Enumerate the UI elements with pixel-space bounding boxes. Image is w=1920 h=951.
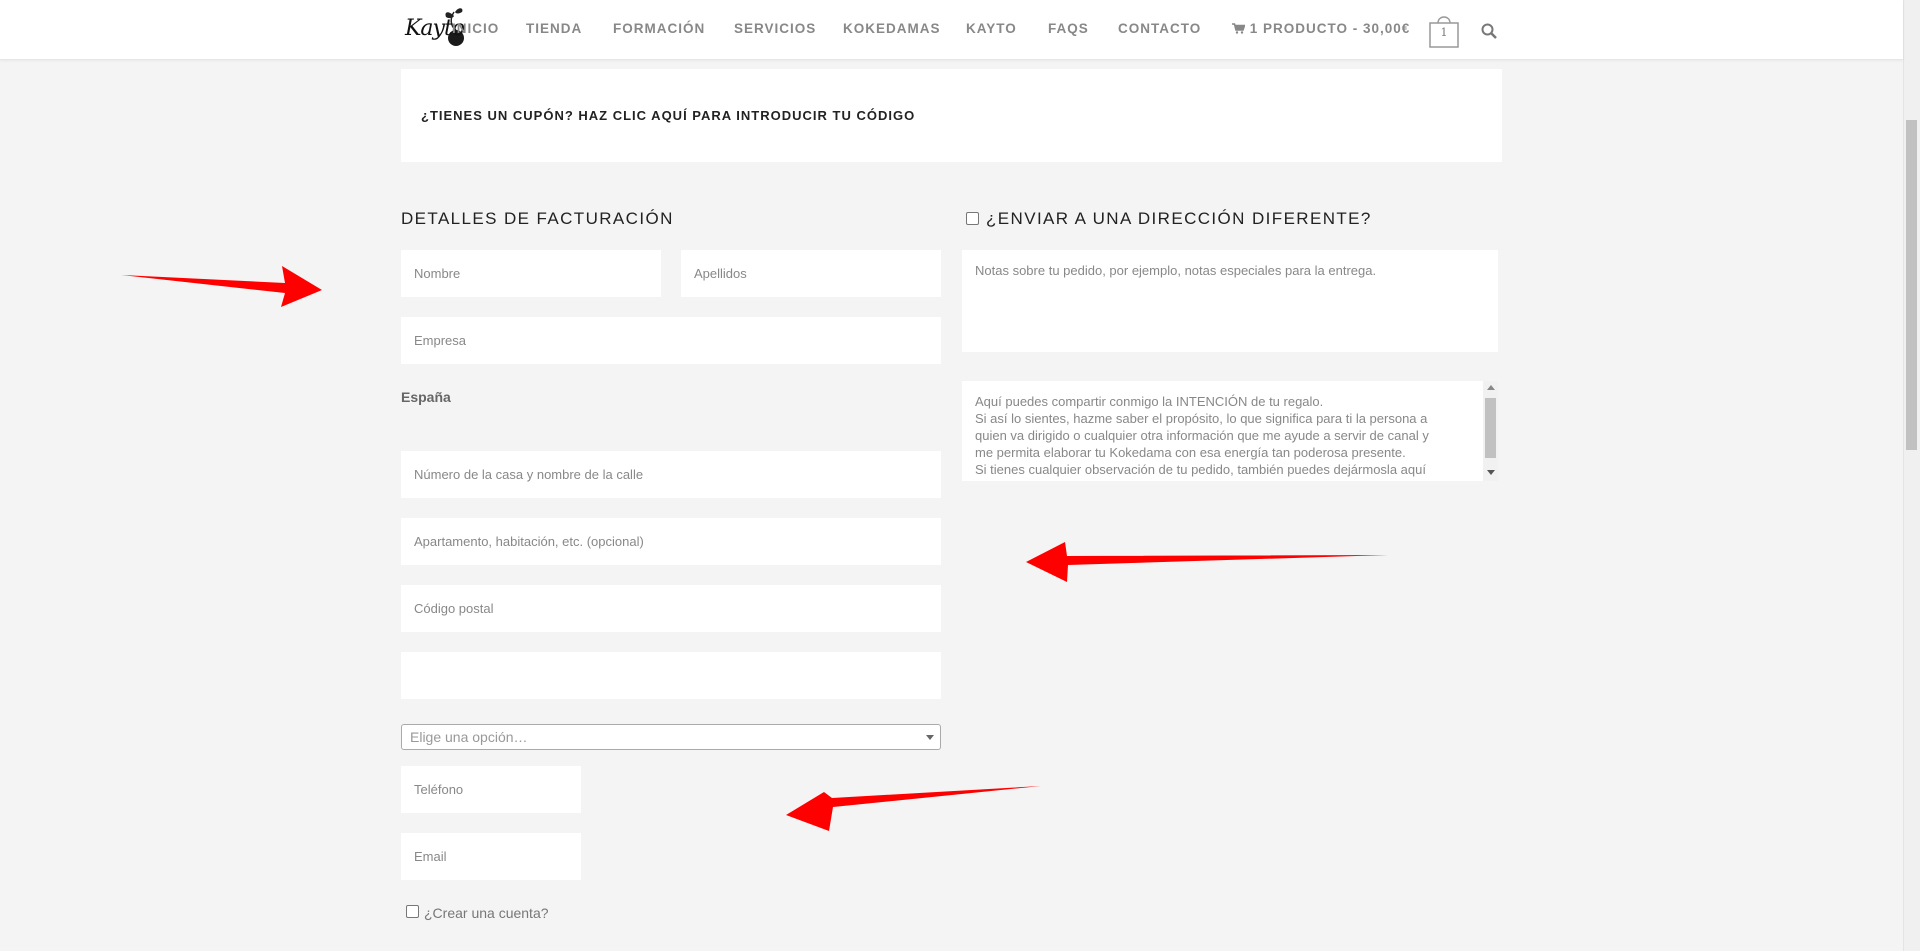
email-field[interactable]: Email (401, 833, 581, 880)
annotation-arrow-right (121, 266, 322, 307)
annotation-arrow-left-lower (786, 786, 1041, 831)
intention-line: quien va dirigido o cualquier otra infor… (975, 428, 1429, 443)
site-header: Kayto INICIO TIENDA FORMACIÓN SERVICIOS … (0, 0, 1903, 60)
nav-item-inicio[interactable]: INICIO (452, 21, 499, 36)
address2-field[interactable]: Apartamento, habitación, etc. (opcional) (401, 518, 941, 565)
bag-count-badge: 1 (1440, 26, 1448, 39)
billing-title: DETALLES DE FACTURACIÓN (401, 209, 674, 228)
search-icon[interactable] (1480, 22, 1498, 40)
company-field[interactable]: Empresa (401, 317, 941, 364)
nav-item-servicios[interactable]: SERVICIOS (734, 21, 816, 36)
city-field[interactable] (401, 652, 941, 699)
first-name-field[interactable]: Nombre (401, 250, 661, 297)
nav-item-contacto[interactable]: CONTACTO (1118, 21, 1201, 36)
order-notes-textarea[interactable]: Notas sobre tu pedido, por ejemplo, nota… (962, 250, 1498, 352)
intention-line: me permita elaborar tu Kokedama con esa … (975, 445, 1406, 460)
last-name-field[interactable]: Apellidos (681, 250, 941, 297)
nav-item-kokedamas[interactable]: KOKEDAMAS (843, 21, 941, 36)
create-account-label: ¿Crear una cuenta? (424, 905, 549, 921)
intention-line: Si así lo sientes, hazme saber el propós… (975, 411, 1428, 426)
intention-line: Aquí puedes compartir conmigo la INTENCI… (975, 394, 1324, 409)
nav-item-tienda[interactable]: TIENDA (526, 21, 582, 36)
address1-field[interactable]: Número de la casa y nombre de la calle (401, 451, 941, 498)
state-select[interactable]: Elige una opción… (401, 724, 941, 750)
cart-summary: 1 PRODUCTO - 30,00€ (1249, 21, 1411, 36)
ship-different-checkbox[interactable] (966, 212, 979, 225)
postcode-field[interactable]: Código postal (401, 585, 941, 632)
scroll-down-icon[interactable] (1487, 470, 1495, 475)
shipping-title: ¿ENVIAR A UNA DIRECCIÓN DIFERENTE? (986, 209, 1372, 228)
phone-field[interactable]: Teléfono (401, 766, 581, 813)
order-notes-placeholder: Notas sobre tu pedido, por ejemplo, nota… (975, 263, 1377, 278)
intention-textarea[interactable]: Aquí puedes compartir conmigo la INTENCI… (962, 381, 1498, 481)
nav-item-formacion[interactable]: FORMACIÓN (613, 21, 705, 36)
coupon-link[interactable]: ¿TIENES UN CUPÓN? HAZ CLIC AQUÍ PARA INT… (421, 108, 915, 123)
cart-link[interactable]: 1 PRODUCTO - 30,00€ (1232, 21, 1410, 36)
state-select-value: Elige una opción… (410, 729, 528, 745)
page-scrollbar-thumb[interactable] (1906, 120, 1917, 450)
create-account-checkbox[interactable] (406, 905, 419, 918)
chevron-down-icon (926, 735, 934, 740)
scroll-up-icon[interactable] (1487, 385, 1495, 390)
annotation-arrow-left-upper (1026, 542, 1388, 582)
cart-icon (1232, 23, 1246, 34)
nav-item-kayto[interactable]: KAYTO (966, 21, 1017, 36)
country-value: España (401, 389, 451, 405)
nav-item-faqs[interactable]: FAQS (1048, 21, 1089, 36)
intention-scrollbar-thumb[interactable] (1485, 398, 1496, 458)
intention-line: Si tienes cualquier observación de tu pe… (975, 462, 1426, 477)
